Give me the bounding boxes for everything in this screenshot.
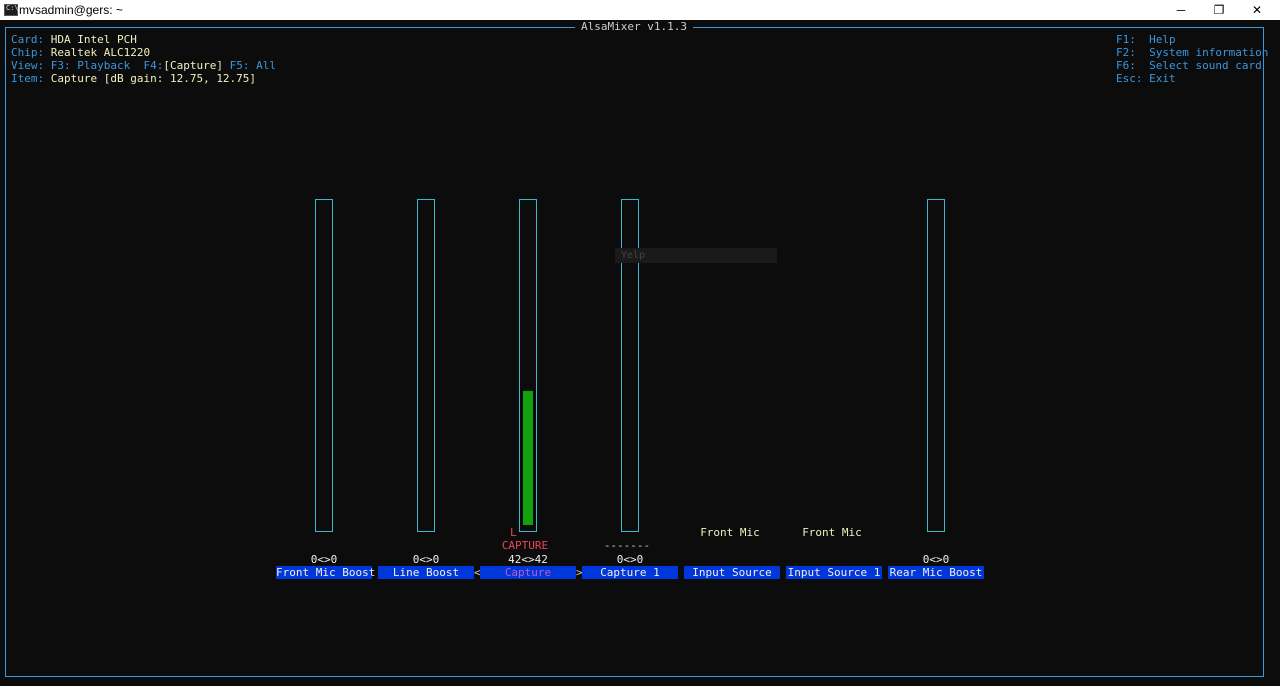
channel-rear-mic-boost[interactable]: Rear Mic Boost [888, 566, 984, 579]
channel-front-mic-boost[interactable]: Front Mic Boost [276, 566, 375, 579]
card-info: Card: HDA Intel PCH [11, 33, 137, 46]
fader-line-boost[interactable] [417, 199, 435, 532]
level-line-boost: 0<>0 [412, 553, 440, 566]
help-esc: Esc: Exit [1116, 72, 1176, 85]
input-source-value: Front Mic [700, 526, 760, 539]
view-all[interactable]: F5: All [230, 59, 276, 72]
terminal-icon-text: C:\ [6, 4, 19, 12]
channel-line-boost[interactable]: Line Boost [378, 566, 474, 579]
alsamixer-title: AlsaMixer v1.1.3 [575, 20, 693, 33]
fader-rear-mic-boost[interactable] [927, 199, 945, 532]
help-f1: F1: Help [1116, 33, 1176, 46]
view-playback[interactable]: F3: Playback [51, 59, 130, 72]
fader-front-mic-boost[interactable] [315, 199, 333, 532]
channel-input-source[interactable]: Input Source [684, 566, 780, 579]
view-f4-key: F4: [143, 59, 164, 72]
fader-capture[interactable] [519, 199, 537, 532]
card-value: HDA Intel PCH [50, 33, 137, 46]
item-label: Item: [11, 72, 45, 85]
item-info: Item: Capture [dB gain: 12.75, 12.75] [11, 72, 256, 85]
overlay-ghost-box: Yelp [615, 248, 777, 263]
chip-info: Chip: Realtek ALC1220 [11, 46, 150, 59]
channel-capture-1[interactable]: Capture 1 [582, 566, 678, 579]
chip-label: Chip: [11, 46, 45, 59]
level-front-mic-boost: 0<>0 [310, 553, 338, 566]
fader-fill [523, 391, 533, 525]
level-capture-1: 0<>0 [616, 553, 644, 566]
help-f6: F6: Select sound card [1116, 59, 1262, 72]
close-button[interactable]: ✕ [1234, 0, 1280, 20]
view-capture[interactable]: [Capture] [163, 59, 223, 72]
input-source-1-value: Front Mic [802, 526, 862, 539]
capture-1-status: ------- [603, 539, 651, 552]
item-value: Capture [dB gain: 12.75, 12.75] [50, 72, 257, 85]
terminal-app-icon: C:\ [4, 4, 19, 16]
capture-lr-indicator: L [510, 526, 517, 539]
level-capture: 42<>42 [508, 553, 548, 566]
help-f2: F2: System information [1116, 46, 1269, 59]
view-label: View: [11, 59, 45, 72]
channel-input-source-1[interactable]: Input Source 1 [786, 566, 882, 579]
window-title: mvsadmin@gers: ~ [19, 3, 123, 17]
window-titlebar: C:\ mvsadmin@gers: ~ ─ ❐ ✕ [0, 0, 1280, 20]
capture-status: CAPTURE [501, 539, 549, 552]
view-info: View: F3: Playback F4:[Capture] F5: All [11, 59, 276, 72]
terminal-area[interactable]: AlsaMixer v1.1.3 Card: HDA Intel PCH Chi… [0, 20, 1280, 686]
level-rear-mic-boost: 0<>0 [922, 553, 950, 566]
card-label: Card: [11, 33, 45, 46]
channel-capture[interactable]: Capture [480, 566, 576, 579]
chip-value: Realtek ALC1220 [50, 46, 151, 59]
